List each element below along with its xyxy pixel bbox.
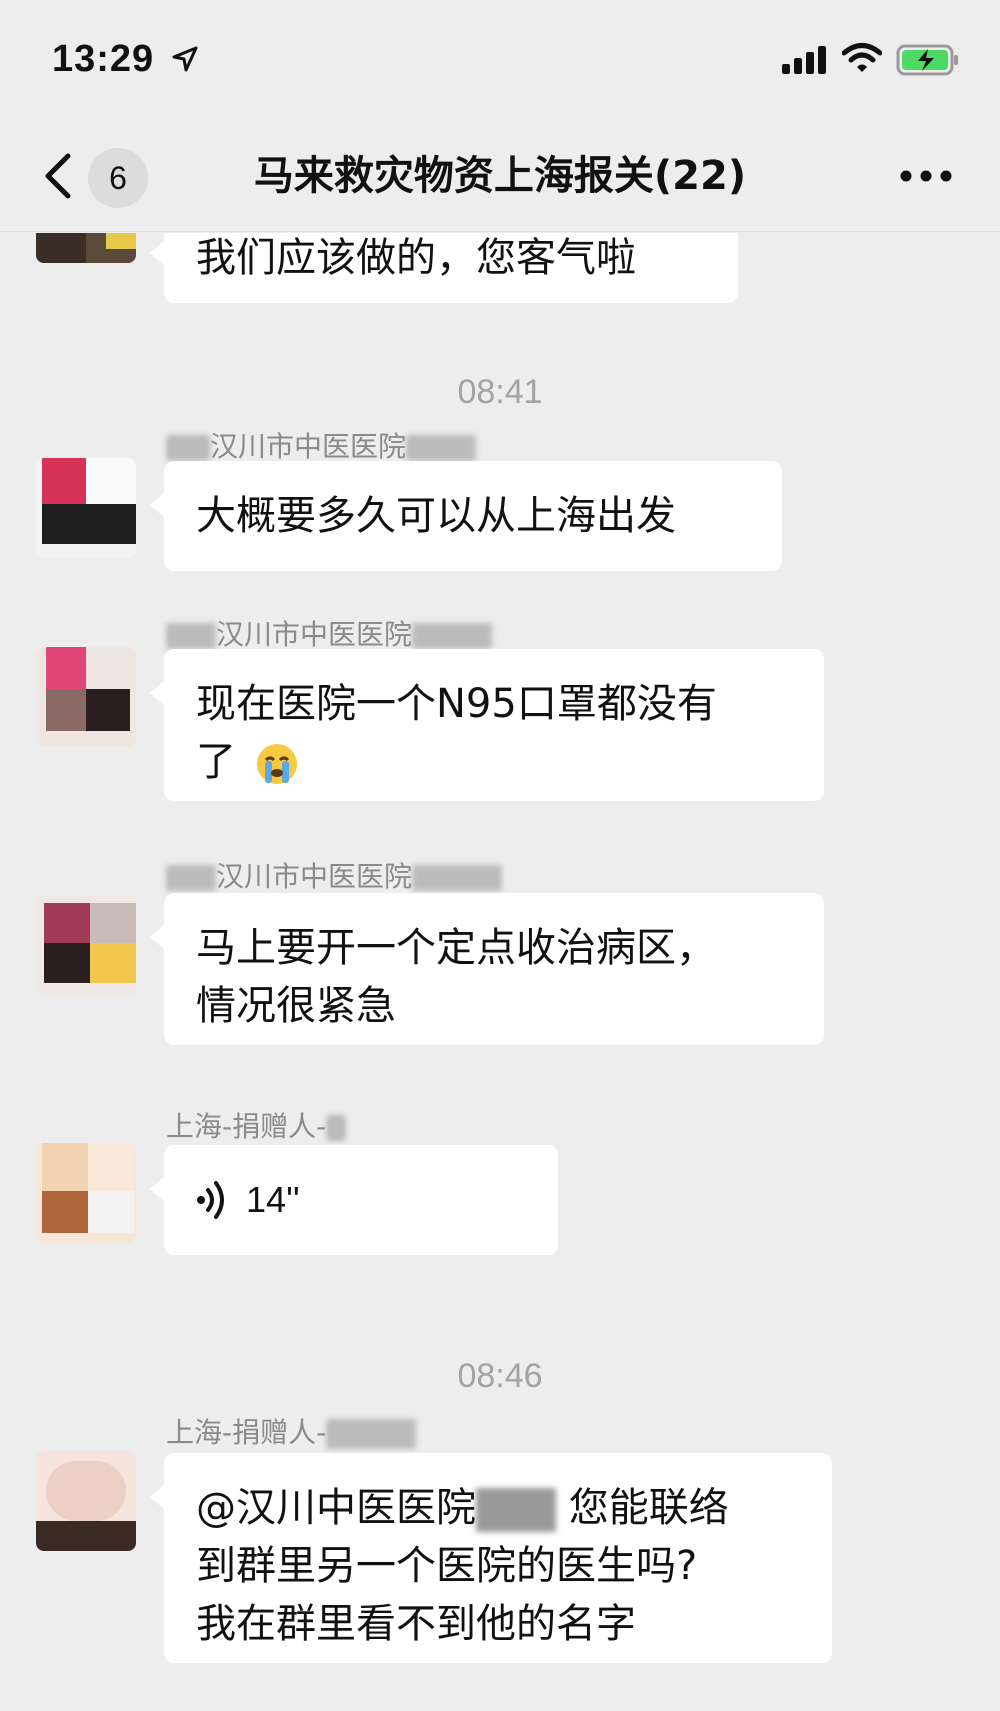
message-text-line: 我在群里看不到他的名字 — [196, 1601, 636, 1647]
location-arrow-icon — [172, 46, 198, 72]
message-bubble[interactable]: 大概要多久可以从上海出发 — [150, 461, 782, 571]
avatar[interactable] — [36, 895, 136, 995]
message-list[interactable]: 我们应该做的，您客气啦 08:41 汉川市中医医院 大概要多久可以从上海出发 汉… — [0, 233, 1000, 1711]
mention[interactable]: @汉川中医医院 — [196, 1485, 476, 1531]
battery-charging-icon — [896, 44, 958, 76]
voice-duration: 14'' — [246, 1179, 300, 1220]
avatar[interactable] — [36, 458, 136, 558]
message-text-line: @汉川中医医院 您能联络 — [196, 1485, 729, 1532]
avatar[interactable] — [36, 233, 136, 263]
avatar[interactable] — [36, 1143, 136, 1243]
more-dots-icon[interactable] — [896, 164, 956, 188]
timestamp: 08:46 — [457, 1357, 543, 1395]
unread-count-badge[interactable]: 6 — [88, 148, 148, 208]
chat-title: 马来救灾物资上海报关(22) — [253, 153, 747, 199]
message-bubble[interactable]: @汉川中医医院 您能联络 到群里另一个医院的医生吗? 我在群里看不到他的名字 — [150, 1453, 832, 1663]
voice-wave-icon — [197, 1181, 224, 1219]
sender-name: 汉川市中医医院 — [166, 425, 477, 465]
cellular-signal-icon — [782, 46, 826, 74]
chat-header: 6 马来救灾物资上海报关(22) — [0, 120, 1000, 232]
back-chevron-icon[interactable] — [36, 148, 80, 204]
sender-name: 汉川市中医医院 — [166, 855, 503, 895]
message-text-line: 了 — [196, 733, 792, 791]
sender-name: 上海-捐赠人- — [166, 1105, 347, 1145]
status-time: 13:29 — [52, 38, 155, 80]
voice-message-bubble[interactable]: 14'' — [150, 1145, 558, 1255]
message-bubble[interactable]: 我们应该做的，您客气啦 — [150, 233, 738, 303]
message-bubble[interactable]: 现在医院一个N95口罩都没有 了 — [150, 649, 824, 801]
crying-face-emoji-icon — [256, 744, 297, 784]
message-text-line: 马上要开一个定点收治病区， — [196, 925, 716, 971]
message-text-line: 到群里另一个医院的医生吗? — [196, 1543, 698, 1589]
timestamp: 08:41 — [457, 373, 543, 411]
wifi-icon — [842, 43, 882, 72]
message-bubble[interactable]: 马上要开一个定点收治病区， 情况很紧急 — [150, 893, 824, 1045]
message-text: 大概要多久可以从上海出发 — [196, 493, 676, 539]
message-text-line: 情况很紧急 — [196, 983, 396, 1029]
avatar[interactable] — [36, 1451, 136, 1551]
sender-name: 上海-捐赠人- — [166, 1411, 417, 1451]
status-bar: 13:29 — [0, 0, 1000, 120]
sender-name: 汉川市中医医院 — [166, 613, 493, 653]
message-text: 我们应该做的，您客气啦 — [196, 235, 636, 281]
message-text-line: 现在医院一个N95口罩都没有 — [196, 681, 717, 727]
avatar[interactable] — [36, 647, 136, 747]
